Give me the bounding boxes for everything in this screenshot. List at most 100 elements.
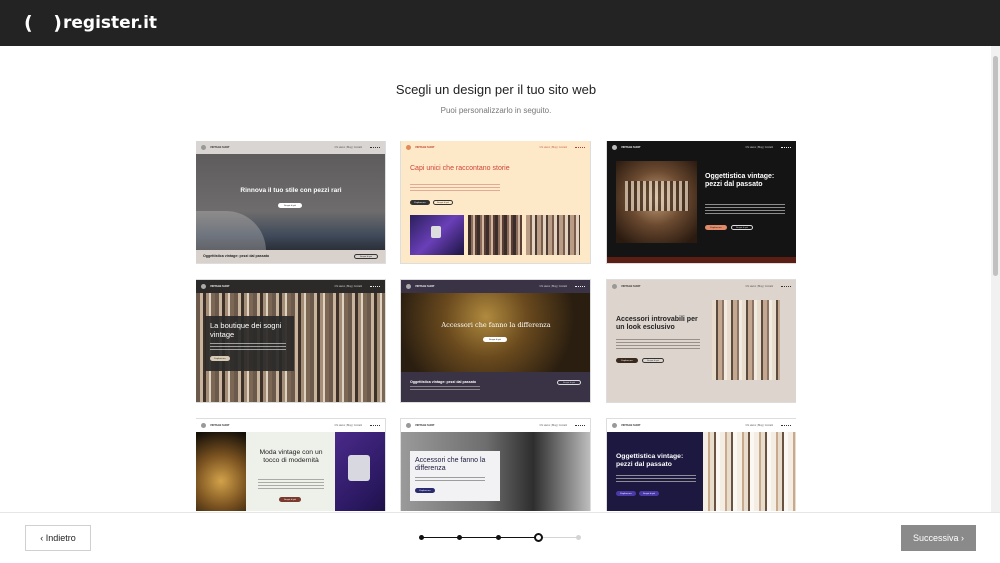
template-card-2[interactable]: VINTAGE SHOP Chi siamo | Blog | Contatti… bbox=[401, 141, 590, 263]
template-logo-icon bbox=[406, 423, 411, 428]
template-card-7[interactable]: VINTAGE SHOP Chi siamo | Blog | Contatti… bbox=[196, 419, 385, 511]
template-brand: VINTAGE SHOP bbox=[621, 285, 641, 288]
template-nav: VINTAGE SHOP Chi siamo | Blog | Contatti bbox=[401, 280, 590, 293]
template-headline: Accessori che fanno la differenza bbox=[441, 321, 551, 329]
social-icons bbox=[370, 285, 380, 288]
template-menu: Chi siamo | Blog | Contatti bbox=[334, 146, 362, 149]
template-cta-secondary: Scopri di più bbox=[433, 200, 453, 205]
template-logo-icon bbox=[201, 145, 206, 150]
template-headline: La boutique dei sogni vintage bbox=[210, 321, 282, 339]
template-brand: VINTAGE SHOP bbox=[210, 146, 230, 149]
step-dot-3 bbox=[496, 535, 501, 540]
step-line-remaining bbox=[539, 537, 579, 538]
template-nav: VINTAGE SHOP Chi siamo | Blog | Contatti bbox=[607, 419, 796, 432]
gallery-image-2 bbox=[468, 215, 522, 255]
template-cta: Scopri di più bbox=[278, 203, 302, 208]
template-menu: Chi siamo | Blog | Contatti bbox=[539, 424, 567, 427]
template-text bbox=[410, 184, 500, 192]
template-headline: Accessori che fanno la differenza bbox=[415, 457, 486, 473]
template-logo-icon bbox=[612, 284, 617, 289]
step-dot-2 bbox=[457, 535, 462, 540]
template-cta-primary: Esplora ora bbox=[410, 200, 430, 205]
template-menu: Chi siamo | Blog | Contatti bbox=[745, 285, 773, 288]
template-text bbox=[705, 204, 785, 214]
template-nav: VINTAGE SHOP Chi siamo | Blog | Contatti bbox=[196, 280, 385, 293]
template-nav: VINTAGE SHOP Chi siamo | Blog | Contatti bbox=[607, 141, 796, 154]
social-icons bbox=[575, 424, 585, 427]
template-footer-title: Oggettistica vintage: pezzi dal passato bbox=[203, 254, 270, 258]
template-menu: Chi siamo | Blog | Contatti bbox=[334, 424, 362, 427]
template-menu: Chi siamo | Blog | Contatti bbox=[539, 285, 567, 288]
template-brand: VINTAGE SHOP bbox=[210, 424, 230, 427]
next-button[interactable]: Successiva › bbox=[901, 525, 976, 551]
template-text bbox=[616, 339, 700, 349]
logo-text: register.it bbox=[62, 13, 158, 33]
template-card-6[interactable]: VINTAGE SHOP Chi siamo | Blog | Contatti… bbox=[607, 280, 796, 402]
register-it-logo[interactable]: ( ) register.it bbox=[24, 11, 157, 35]
template-headline: Oggettistica vintage: pezzi dal passato bbox=[616, 453, 684, 468]
template-footer-title: Oggettistica vintage: pezzi dal passato bbox=[410, 380, 477, 384]
template-brand: VINTAGE SHOP bbox=[210, 285, 230, 288]
social-icons bbox=[370, 146, 380, 149]
template-headline: Capi unici che raccontano storie bbox=[410, 165, 510, 172]
template-brand: VINTAGE SHOP bbox=[621, 146, 641, 149]
back-button[interactable]: ‹ Indietro bbox=[25, 525, 91, 551]
template-nav: VINTAGE SHOP Chi siamo | Blog | Contatti bbox=[196, 419, 385, 432]
template-logo-icon bbox=[406, 284, 411, 289]
social-icons bbox=[781, 285, 791, 288]
gallery-image-3 bbox=[526, 215, 580, 255]
scrollbar-thumb[interactable] bbox=[993, 56, 998, 276]
template-headline: Moda vintage con un tocco di modernità bbox=[259, 449, 323, 464]
social-icons bbox=[575, 285, 585, 288]
template-text bbox=[415, 477, 485, 483]
template-nav: VINTAGE SHOP Chi siamo | Blog | Contatti bbox=[401, 419, 590, 432]
template-text bbox=[616, 475, 696, 483]
template-card-9[interactable]: VINTAGE SHOP Chi siamo | Blog | Contatti… bbox=[607, 419, 796, 511]
top-bar: ( ) register.it bbox=[0, 0, 1000, 46]
template-logo-icon bbox=[612, 423, 617, 428]
template-headline: Oggettistica vintage: pezzi dal passato bbox=[705, 173, 775, 189]
template-card-4[interactable]: VINTAGE SHOP Chi siamo | Blog | Contatti… bbox=[196, 280, 385, 402]
template-nav: VINTAGE SHOP Chi siamo | Blog | Contatti bbox=[607, 280, 796, 293]
gramophone-image bbox=[401, 293, 590, 372]
template-headline: Accessori introvabili per un look esclus… bbox=[616, 316, 698, 332]
social-icons bbox=[575, 146, 585, 149]
template-menu: Chi siamo | Blog | Contatti bbox=[539, 146, 567, 149]
template-nav: VINTAGE SHOP Chi siamo | Blog | Contatti bbox=[196, 141, 385, 154]
wizard-footer: ‹ Indietro Successiva › bbox=[0, 512, 1000, 563]
template-cta: Scopri di più bbox=[279, 497, 301, 502]
template-cta-secondary: Scopri di più bbox=[639, 491, 659, 496]
step-dot-5 bbox=[576, 535, 581, 540]
template-cta-secondary: Scopri di più bbox=[642, 358, 664, 363]
page-subtitle: Puoi personalizzarlo in seguito. bbox=[440, 106, 552, 115]
boutique-image bbox=[712, 300, 780, 380]
template-cta: Esplora ora bbox=[415, 488, 435, 493]
typewriter-keys bbox=[625, 181, 689, 211]
template-headline: Rinnova il tuo stile con pezzi rari bbox=[240, 187, 342, 194]
template-nav: VINTAGE SHOP Chi siamo | Blog | Contatti bbox=[401, 141, 590, 154]
template-logo-icon bbox=[201, 284, 206, 289]
template-cta-primary: Esplora ora bbox=[616, 358, 638, 363]
template-card-8[interactable]: VINTAGE SHOP Chi siamo | Blog | Contatti… bbox=[401, 419, 590, 511]
template-logo-icon bbox=[612, 145, 617, 150]
template-cta-secondary: Scopri di più bbox=[731, 225, 753, 230]
vertical-scrollbar[interactable] bbox=[991, 46, 1000, 512]
social-icons bbox=[370, 424, 380, 427]
template-footer-cta: Scopri di più bbox=[557, 380, 581, 385]
template-cta-primary: Esplora ora bbox=[705, 225, 727, 230]
template-card-3[interactable]: VINTAGE SHOP Chi siamo | Blog | Contatti… bbox=[607, 141, 796, 263]
template-brand: VINTAGE SHOP bbox=[621, 424, 641, 427]
template-card-5[interactable]: VINTAGE SHOP Chi siamo | Blog | Contatti… bbox=[401, 280, 590, 402]
step-line-done bbox=[421, 537, 539, 538]
template-text bbox=[210, 343, 286, 351]
template-menu: Chi siamo | Blog | Contatti bbox=[334, 285, 362, 288]
template-card-1[interactable]: VINTAGE SHOP Chi siamo | Blog | Contatti… bbox=[196, 141, 385, 263]
template-logo-icon bbox=[406, 145, 411, 150]
template-text bbox=[258, 479, 324, 489]
social-icons bbox=[781, 146, 791, 149]
template-grid: VINTAGE SHOP Chi siamo | Blog | Contatti… bbox=[196, 141, 796, 511]
template-menu: Chi siamo | Blog | Contatti bbox=[745, 424, 773, 427]
template-logo-icon bbox=[201, 423, 206, 428]
step-progress bbox=[418, 533, 584, 543]
template-brand: VINTAGE SHOP bbox=[415, 146, 435, 149]
